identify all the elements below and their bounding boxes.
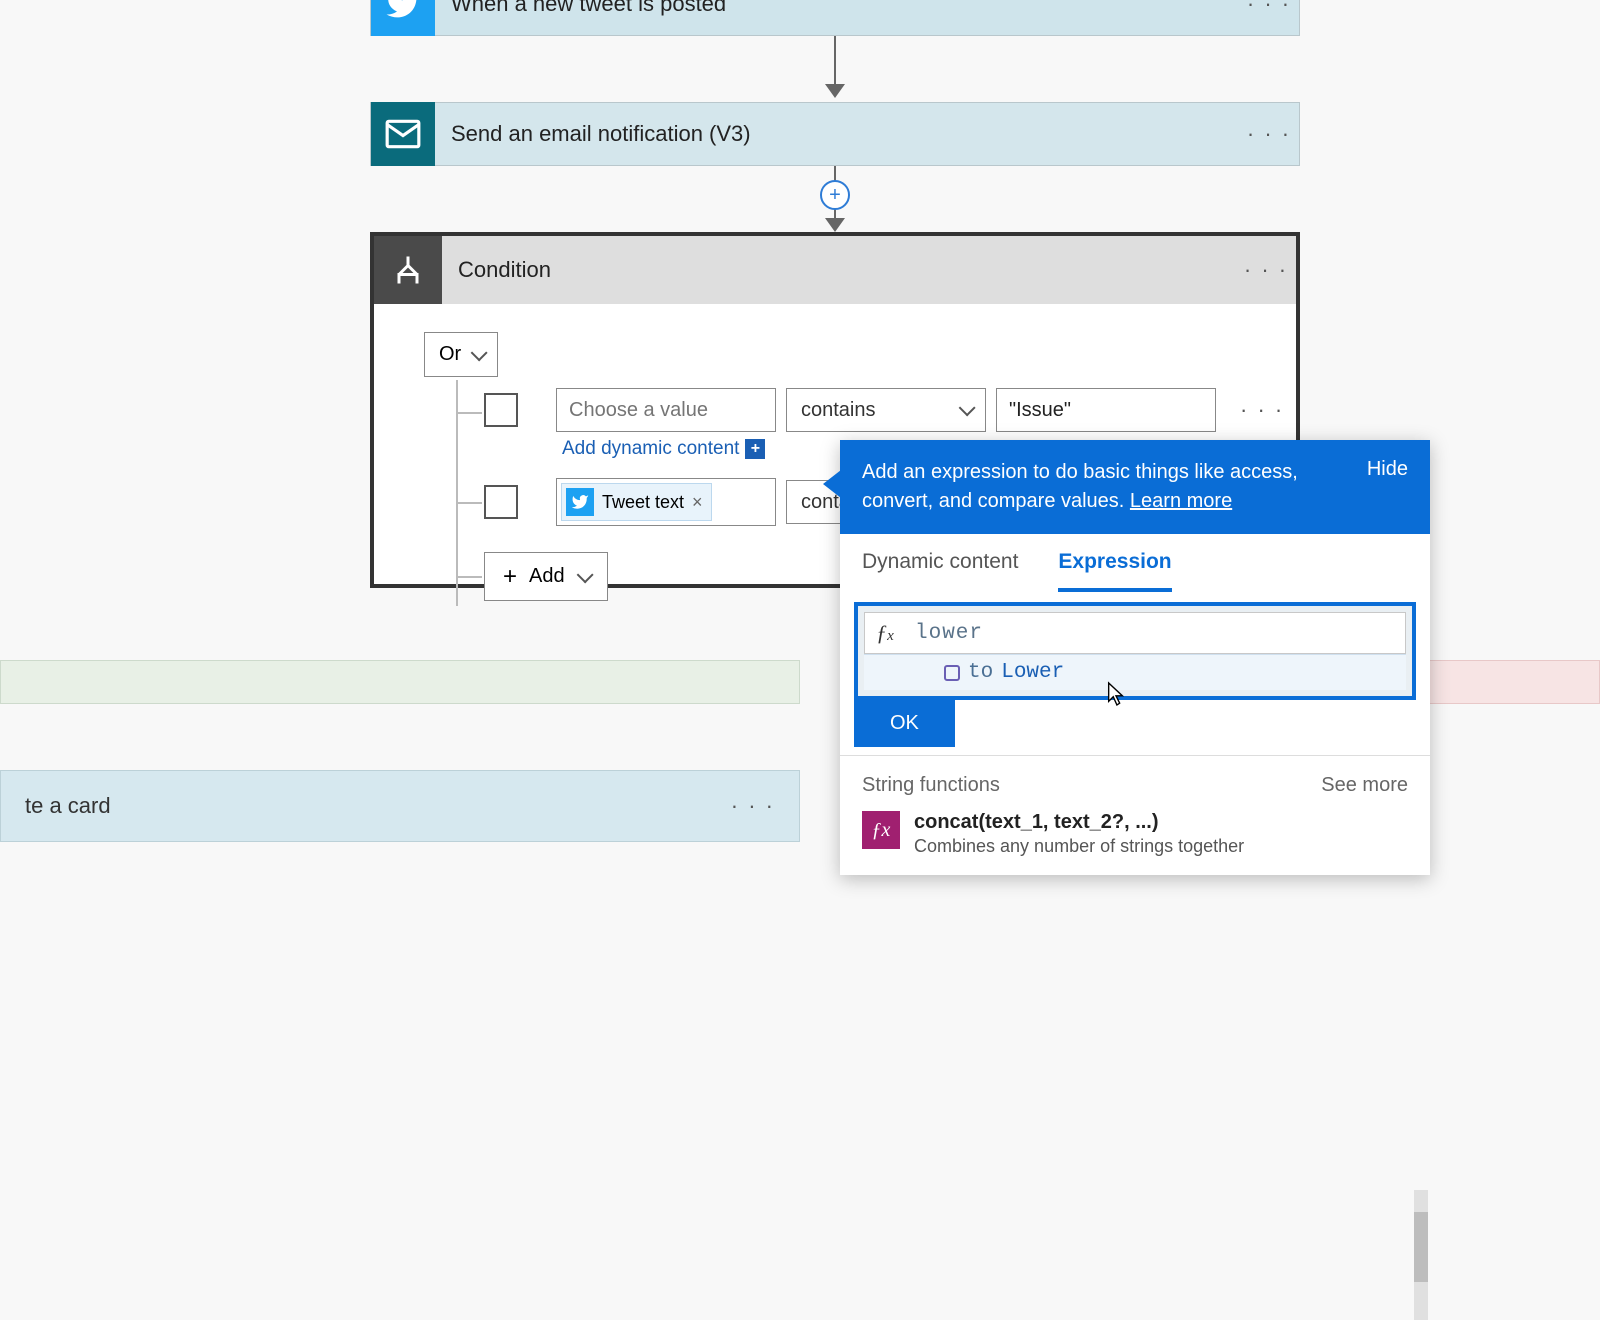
condition-icon (374, 236, 442, 304)
row-menu[interactable]: · · · (1226, 397, 1284, 423)
operator-select[interactable]: contains (786, 388, 986, 432)
flyout-hide-button[interactable]: Hide (1367, 458, 1408, 516)
add-dynamic-content-link[interactable]: Add dynamic content + (562, 438, 765, 460)
suggestion-icon (944, 665, 960, 681)
trigger-menu[interactable]: · · · (1239, 0, 1299, 17)
right-value-input[interactable] (996, 388, 1216, 432)
add-row-wrap: + Add (484, 552, 608, 601)
add-condition-button[interactable]: + Add (484, 552, 608, 601)
tab-dynamic-content[interactable]: Dynamic content (862, 550, 1018, 592)
function-section-title: String functions (862, 774, 1000, 797)
function-icon: ƒx (862, 811, 900, 849)
tree-connector (456, 412, 482, 414)
flyout-pointer (823, 470, 841, 498)
trigger-step[interactable]: When a new tweet is posted · · · (370, 0, 1300, 36)
mail-icon (371, 102, 435, 166)
function-section-header: String functions See more (840, 755, 1430, 801)
function-item[interactable]: ƒx concat(text_1, text_2?, ...) Combines… (840, 801, 1430, 875)
action-menu[interactable]: · · · (1239, 121, 1299, 147)
token-remove[interactable]: × (692, 492, 703, 513)
add-dynamic-content-label: Add dynamic content (562, 438, 739, 460)
tab-expression[interactable]: Expression (1058, 550, 1171, 592)
tree-connector (456, 576, 482, 578)
branch-yes-header (0, 660, 800, 704)
arrowhead-icon (825, 218, 845, 232)
branch-action-title: te a card (25, 793, 111, 819)
suggestion-match: Lower (1001, 661, 1064, 684)
token-label: Tweet text (602, 492, 684, 513)
condition-menu[interactable]: · · · (1236, 257, 1296, 283)
dynamic-token[interactable]: Tweet text × (561, 483, 712, 521)
plus-icon: + (745, 439, 765, 459)
scrollbar-thumb[interactable] (1414, 1212, 1428, 1282)
condition-title: Condition (442, 257, 1236, 283)
row-checkbox[interactable] (484, 393, 518, 427)
function-name: concat(text_1, text_2?, ...) (914, 811, 1244, 834)
condition-row: contains · · · (484, 388, 1284, 432)
row-checkbox[interactable] (484, 485, 518, 519)
add-step-button[interactable]: + (820, 180, 850, 210)
action-title: Send an email notification (V3) (435, 121, 1239, 147)
twitter-icon (371, 0, 435, 36)
branch-action-card[interactable]: te a card · · · (0, 770, 800, 842)
trigger-title: When a new tweet is posted (435, 0, 1239, 17)
function-desc: Combines any number of strings together (914, 836, 1244, 857)
operator-label: contains (801, 399, 876, 422)
connector-line (834, 36, 836, 84)
see-more-link[interactable]: See more (1321, 774, 1408, 797)
chevron-down-icon (959, 399, 976, 416)
learn-more-link[interactable]: Learn more (1130, 490, 1232, 512)
flyout-message-text: Add an expression to do basic things lik… (862, 461, 1298, 512)
twitter-icon (566, 488, 594, 516)
expression-flyout: Add an expression to do basic things lik… (840, 440, 1430, 875)
left-value-input[interactable]: Tweet text × (556, 478, 776, 526)
arrowhead-icon (825, 84, 845, 98)
flyout-tabs: Dynamic content Expression (840, 534, 1430, 592)
add-condition-label: Add (529, 565, 565, 588)
left-value-input[interactable] (556, 388, 776, 432)
condition-row: Tweet text × conta (484, 478, 866, 526)
condition-header[interactable]: Condition · · · (374, 236, 1296, 304)
plus-icon: + (503, 567, 517, 587)
tree-connector (456, 502, 482, 504)
expression-input[interactable] (905, 622, 1405, 645)
flyout-header: Add an expression to do basic things lik… (840, 440, 1430, 534)
group-operator-select[interactable]: Or (424, 332, 498, 377)
suggestion-prefix: to (968, 661, 993, 684)
flyout-message: Add an expression to do basic things lik… (862, 458, 1349, 516)
chevron-down-icon (576, 566, 593, 583)
expression-suggestion[interactable]: to Lower (864, 654, 1406, 690)
chevron-down-icon (471, 344, 488, 361)
flyout-scrollbar[interactable] (1414, 1190, 1428, 1320)
fx-icon: ƒx (865, 620, 905, 646)
action-step-email[interactable]: Send an email notification (V3) · · · (370, 102, 1300, 166)
branch-action-menu[interactable]: · · · (731, 793, 775, 819)
group-operator-label: Or (439, 343, 461, 366)
expression-editor: ƒx to Lower (854, 602, 1416, 700)
expression-ok-button[interactable]: OK (854, 700, 955, 747)
